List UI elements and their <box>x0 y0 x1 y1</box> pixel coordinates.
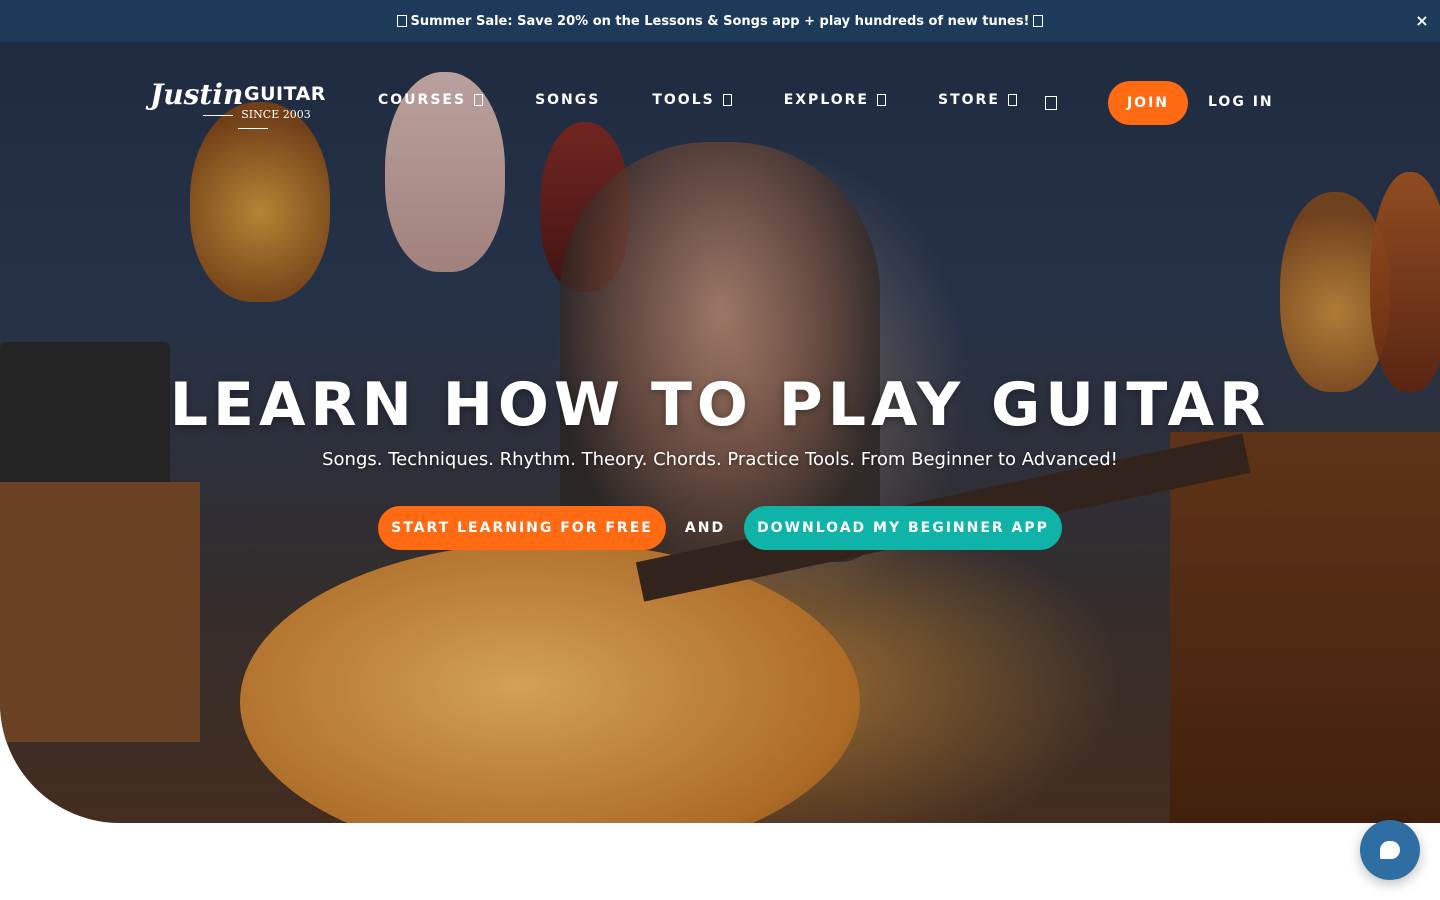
promo-emoji-icon <box>1033 15 1044 27</box>
site-logo[interactable]: Justin GUITAR SINCE 2003 <box>150 78 328 124</box>
search-icon[interactable] <box>1045 96 1057 110</box>
logo-since: SINCE 2003 <box>178 108 328 134</box>
logo-script: Justin <box>150 78 244 111</box>
hero-title: LEARN HOW TO PLAY GUITAR <box>169 370 1271 440</box>
nav-item-tools[interactable]: TOOLS <box>652 92 732 108</box>
promo-emoji-icon <box>396 15 407 27</box>
promo-text: Summer Sale: Save 20% on the Lessons & S… <box>410 13 1030 29</box>
nav-item-label: SONGS <box>535 92 601 108</box>
nav-item-explore[interactable]: EXPLORE <box>784 92 886 108</box>
nav-item-courses[interactable]: COURSES <box>378 92 484 108</box>
hero-subtitle: Songs. Techniques. Rhythm. Theory. Chord… <box>322 449 1118 470</box>
hero-image-acoustic-guitar <box>240 542 860 823</box>
login-link[interactable]: LOG IN <box>1208 94 1274 110</box>
nav-item-store[interactable]: STORE <box>938 92 1017 108</box>
logo-word: GUITAR <box>244 83 326 105</box>
hero-image-dresser <box>1170 432 1440 823</box>
join-button[interactable]: JOIN <box>1108 81 1188 125</box>
main-nav: COURSES SONGS TOOLS EXPLORE STORE <box>378 92 1069 108</box>
nav-item-label: STORE <box>938 92 1000 108</box>
chevron-down-icon <box>722 94 732 106</box>
hero-image-person <box>560 142 880 562</box>
nav-item-label: EXPLORE <box>783 92 869 108</box>
start-learning-button[interactable]: START LEARNING FOR FREE <box>378 506 666 550</box>
chevron-down-icon <box>1007 94 1017 106</box>
cta-separator: AND <box>684 520 726 536</box>
nav-item-songs[interactable]: SONGS <box>535 92 600 108</box>
nav-item-label: TOOLS <box>652 92 715 108</box>
download-app-button[interactable]: DOWNLOAD MY BEGINNER APP <box>744 506 1062 550</box>
hero-image-amp <box>0 482 200 742</box>
hero-image-guitar <box>1280 192 1390 392</box>
nav-item-label: COURSES <box>378 92 467 108</box>
promo-close-button[interactable]: × <box>1412 11 1432 31</box>
site-header: Justin GUITAR SINCE 2003 COURSES SONGS T… <box>0 42 1440 162</box>
hero-cta-row: START LEARNING FOR FREE AND DOWNLOAD MY … <box>378 506 1062 550</box>
chat-bubble-icon <box>1380 841 1400 859</box>
chat-launcher-button[interactable] <box>1360 820 1420 880</box>
promo-banner: Summer Sale: Save 20% on the Lessons & S… <box>0 0 1440 42</box>
chevron-down-icon <box>474 94 484 106</box>
chevron-down-icon <box>877 94 886 106</box>
hero-image-guitar <box>1370 172 1440 392</box>
